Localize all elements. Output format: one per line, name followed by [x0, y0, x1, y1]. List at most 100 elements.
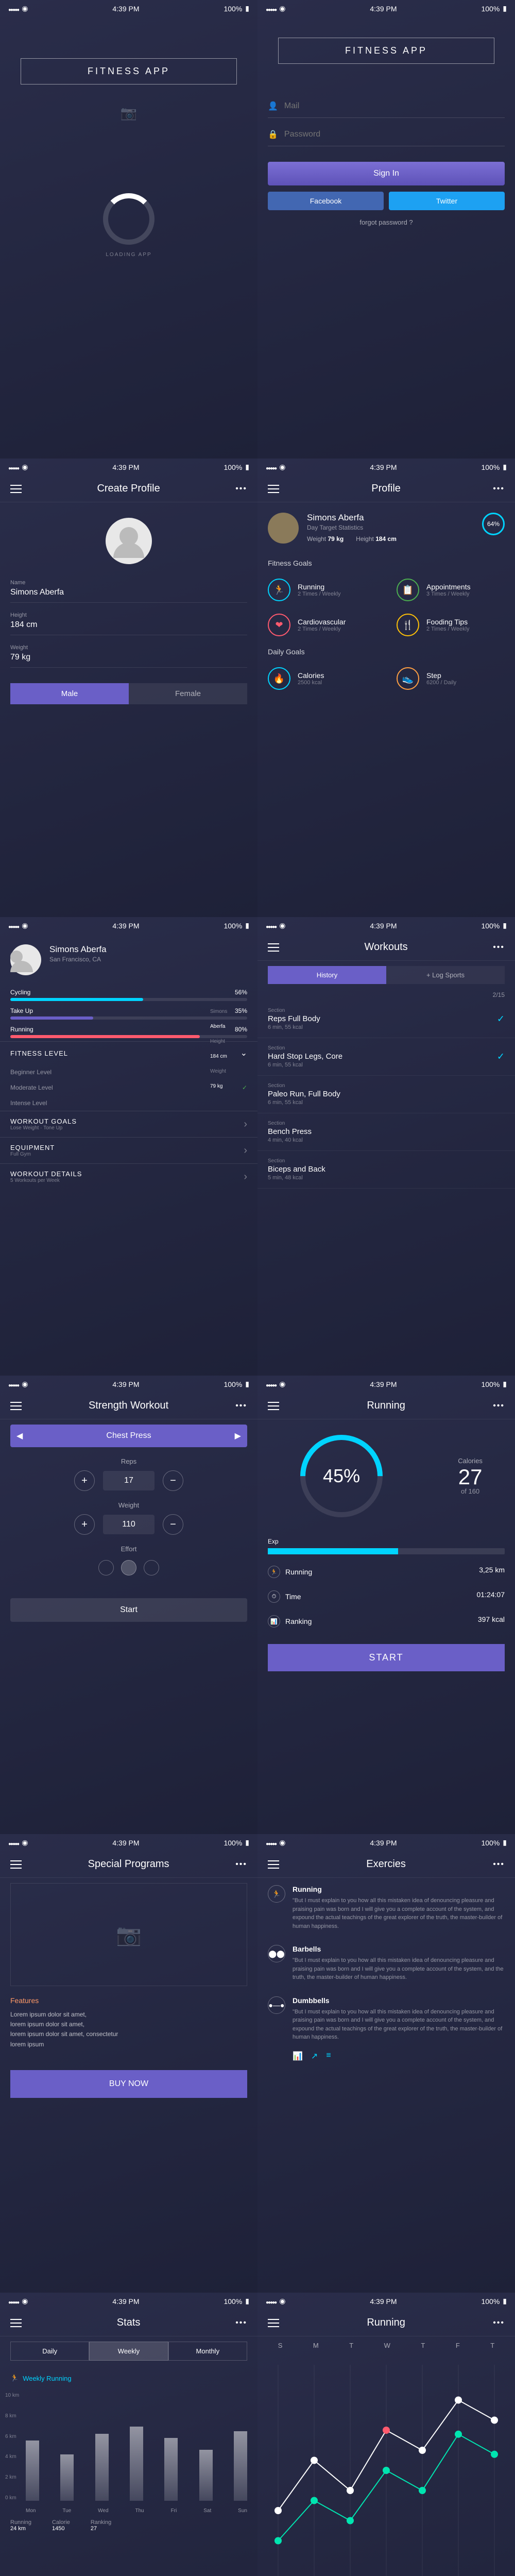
weight-minus[interactable]: −: [163, 1514, 183, 1535]
exercise-item[interactable]: ●—●Dumbbells"But I must explain to you h…: [258, 1989, 515, 2049]
menu-button[interactable]: [268, 1402, 279, 1410]
more-button[interactable]: [493, 1401, 505, 1411]
avatar-placeholder[interactable]: [106, 518, 152, 564]
program-image: 📷: [10, 1883, 247, 1986]
weight-value[interactable]: 79 kg: [10, 653, 247, 668]
menu-button[interactable]: [268, 943, 279, 952]
status-time: 4:39 PM: [112, 5, 139, 13]
tab-log-sports[interactable]: + Log Sports: [386, 966, 505, 984]
screen-special: 4:39 PM100%▮ Special Programs 📷 Features…: [0, 1834, 258, 2293]
goal-item[interactable]: 🏃Running2 Times / Weekly: [258, 572, 386, 607]
avatar[interactable]: [10, 944, 41, 975]
screen-splash: 4:39 PM 100%▮ FITNESS APP 📷 LOADING APP: [0, 0, 258, 459]
name-value[interactable]: Simons Aberfa: [10, 588, 247, 603]
exercise-selector[interactable]: ◀ Chest Press ▶: [10, 1425, 247, 1447]
workout-item[interactable]: SectionHard Stop Legs, Core6 min, 55 kca…: [258, 1038, 515, 1076]
exercise-item[interactable]: ⬤⬤Barbells"But I must explain to you how…: [258, 1938, 515, 1989]
period-tab-weekly[interactable]: Weekly: [89, 2342, 168, 2361]
menu-button[interactable]: [10, 1402, 22, 1410]
menu-button[interactable]: [268, 485, 279, 493]
exercise-item[interactable]: 🏃Running"But I must explain to you how a…: [258, 1878, 515, 1938]
screen-running-chart: 4:39 PM100%▮ Running SMTWTFT ACTIVE TIME…: [258, 2293, 515, 2576]
features-label: Features: [0, 1996, 258, 2005]
more-button[interactable]: [235, 2318, 247, 2328]
data-point: [491, 2451, 498, 2458]
reps-plus[interactable]: +: [74, 1470, 95, 1491]
effort-1[interactable]: [98, 1560, 114, 1575]
mail-input[interactable]: [284, 101, 505, 111]
stat-row: ⏱Time01:24:07: [258, 1584, 515, 1609]
bar: [199, 2450, 213, 2501]
legend-item: Ranking27: [91, 2519, 111, 2532]
twitter-button[interactable]: Twitter: [389, 192, 505, 210]
buy-button[interactable]: BUY NOW: [10, 2070, 247, 2098]
height-value[interactable]: 184 cm: [10, 620, 247, 635]
screen-profile: 4:39 PM100%▮ Profile Simons Aberfa Day T…: [258, 459, 515, 917]
workout-item[interactable]: SectionReps Full Body6 min, 55 kcal✓: [258, 1001, 515, 1038]
data-point: [455, 2397, 462, 2404]
more-button[interactable]: [493, 2318, 505, 2328]
workout-details-section[interactable]: WORKOUT DETAILS5 Workouts per Week: [0, 1163, 258, 1190]
goal-item[interactable]: 📋Appointments3 Times / Weekly: [386, 572, 515, 607]
stat-icon: ⏱: [268, 1590, 280, 1603]
gender-male-button[interactable]: Male: [10, 683, 129, 704]
stat-icon: 📊: [268, 1615, 280, 1628]
list-icon[interactable]: ≡: [326, 2051, 331, 2061]
signin-button[interactable]: Sign In: [268, 162, 505, 185]
more-button[interactable]: [235, 1401, 247, 1411]
page-title: Profile: [279, 483, 493, 495]
stat-icon: 🏃: [268, 1566, 280, 1578]
screen-exercises: 4:39 PM100%▮ Exercies 🏃Running"But I mus…: [258, 1834, 515, 2293]
tab-history[interactable]: History: [268, 966, 386, 984]
facebook-button[interactable]: Facebook: [268, 192, 384, 210]
running-icon: 🏃: [10, 2374, 19, 2382]
more-button[interactable]: [235, 484, 247, 494]
start-button[interactable]: Start: [10, 1598, 247, 1622]
chevron-right-icon[interactable]: ▶: [235, 1431, 241, 1441]
workout-item[interactable]: SectionPaleo Run, Full Body6 min, 55 kca…: [258, 1076, 515, 1113]
battery-icon: ▮: [503, 4, 507, 13]
menu-button[interactable]: [10, 485, 22, 493]
menu-button[interactable]: [10, 2319, 22, 2327]
progress-row: Cycling56%: [0, 986, 258, 1004]
start-button[interactable]: START: [268, 1644, 505, 1671]
bar-chart: 10 km8 km6 km4 km2 km0 km MonTueWedThuFr…: [0, 2382, 258, 2532]
goal-icon: 👟: [397, 667, 419, 690]
goal-item[interactable]: ❤Cardiovascular2 Times / Weekly: [258, 607, 386, 642]
workout-item[interactable]: SectionBiceps and Back5 min, 48 kcal: [258, 1151, 515, 1189]
signal-icon: [266, 5, 276, 13]
chart-icon[interactable]: 📊: [293, 2051, 303, 2061]
workout-item[interactable]: SectionBench Press4 min, 40 kcal: [258, 1113, 515, 1151]
chevron-right-icon: [244, 1118, 247, 1130]
goal-item[interactable]: 🍴Fooding Tips2 Times / Weekly: [386, 607, 515, 642]
reps-minus[interactable]: −: [163, 1470, 183, 1491]
fitness-goals-title: Fitness Goals: [258, 554, 515, 572]
period-tab-monthly[interactable]: Monthly: [168, 2342, 247, 2361]
more-button[interactable]: [235, 1860, 247, 1869]
screen-workouts: 4:39 PM100%▮ Workouts History + Log Spor…: [258, 917, 515, 1376]
equipment-section[interactable]: EQUIPMENTFull Gym: [0, 1137, 258, 1163]
menu-button[interactable]: [10, 1860, 22, 1869]
workout-goals-section[interactable]: WORKOUT GOALSLose Weight · Tone Up: [0, 1111, 258, 1137]
screen-stats: 4:39 PM100%▮ Stats DailyWeeklyMonthly 🏃W…: [0, 2293, 258, 2576]
effort-2[interactable]: [121, 1560, 136, 1575]
period-tab-daily[interactable]: Daily: [10, 2342, 89, 2361]
more-button[interactable]: [493, 1860, 505, 1869]
battery-icon: ▮: [245, 4, 249, 13]
effort-3[interactable]: [144, 1560, 159, 1575]
gender-female-button[interactable]: Female: [129, 683, 247, 704]
menu-button[interactable]: [268, 2319, 279, 2327]
weight-plus[interactable]: +: [74, 1514, 95, 1535]
daily-goal-item[interactable]: 👟Step6200 / Daily: [386, 661, 515, 696]
more-button[interactable]: [493, 484, 505, 494]
share-icon[interactable]: ↗: [311, 2051, 318, 2061]
password-input[interactable]: [284, 130, 505, 139]
chevron-left-icon[interactable]: ◀: [16, 1431, 23, 1441]
forgot-password-link[interactable]: forgot password ?: [268, 218, 505, 226]
daily-goal-item[interactable]: 🔥Calories2500 kcal: [258, 661, 386, 696]
bar: [95, 2434, 109, 2501]
check-icon: ✓: [497, 1052, 505, 1062]
more-button[interactable]: [493, 943, 505, 952]
menu-button[interactable]: [268, 1860, 279, 1869]
avatar[interactable]: [268, 513, 299, 544]
